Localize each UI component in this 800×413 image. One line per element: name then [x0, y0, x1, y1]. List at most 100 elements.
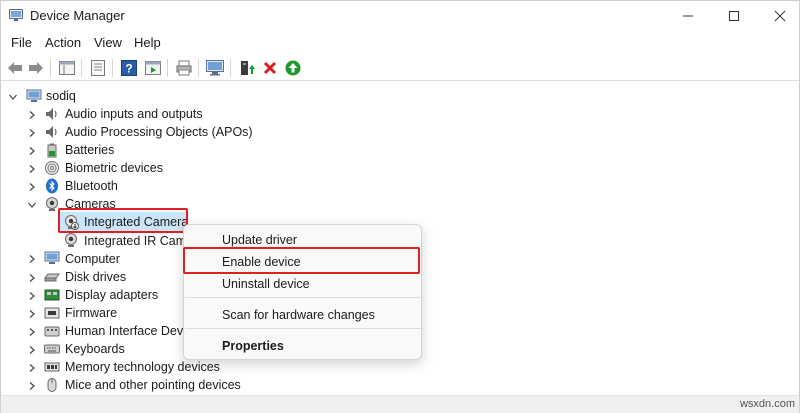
computer-icon — [44, 251, 60, 264]
print-button[interactable] — [174, 58, 194, 78]
chevron-right-icon[interactable] — [27, 110, 37, 120]
tree-item-integrated-ir-camera[interactable]: Integrated IR Came — [84, 234, 193, 248]
minimize-button[interactable] — [665, 1, 711, 31]
context-menu: Update driver Enable device Uninstall de… — [183, 224, 422, 360]
tree-item-disk-drives[interactable]: Disk drives — [65, 270, 126, 284]
chevron-right-icon[interactable] — [27, 309, 37, 319]
close-icon — [774, 10, 786, 22]
tree-item-batteries[interactable]: Batteries — [65, 143, 114, 157]
properties-icon — [91, 60, 105, 76]
watermark-text: wsxdn.com — [739, 398, 795, 410]
uninstall-device-button[interactable] — [260, 58, 280, 78]
keyboard-icon — [44, 344, 60, 354]
tree-item-display-adapters[interactable]: Display adapters — [65, 288, 158, 302]
close-button[interactable] — [757, 1, 800, 31]
display-adapter-icon — [44, 289, 60, 301]
horizontal-scrollbar[interactable] — [1, 395, 799, 413]
toolbar-separator — [81, 59, 82, 77]
maximize-icon — [729, 11, 739, 21]
arrow-left-icon — [8, 62, 22, 74]
arrow-up-circle-icon — [285, 60, 301, 76]
fingerprint-icon — [45, 161, 59, 175]
scan-hardware-button[interactable] — [205, 58, 225, 78]
chevron-right-icon[interactable] — [27, 327, 37, 337]
computer-icon — [26, 89, 42, 102]
tree-item-memory-technology[interactable]: Memory technology devices — [65, 360, 220, 374]
tree-item-mice[interactable]: Mice and other pointing devices — [65, 378, 241, 392]
toolbar: ? — [1, 55, 799, 81]
printer-icon — [176, 60, 192, 76]
tree-item-firmware[interactable]: Firmware — [65, 306, 117, 320]
window-title: Device Manager — [30, 8, 125, 23]
tree-item-biometric[interactable]: Biometric devices — [65, 161, 163, 175]
toolbar-separator — [230, 59, 231, 77]
action-pane-icon — [145, 61, 161, 75]
forward-button[interactable] — [26, 58, 46, 78]
firmware-icon — [44, 307, 60, 319]
chevron-right-icon[interactable] — [27, 254, 37, 264]
context-separator — [185, 297, 421, 298]
update-driver-icon — [241, 61, 255, 75]
chevron-down-icon[interactable] — [27, 200, 37, 210]
help-icon: ? — [121, 60, 137, 76]
speaker-icon — [46, 108, 57, 120]
toolbar-separator — [198, 59, 199, 77]
highlight-box-enable-device — [183, 247, 420, 274]
chevron-right-icon[interactable] — [27, 128, 37, 138]
chevron-right-icon[interactable] — [27, 146, 37, 156]
monitor-scan-icon — [206, 60, 224, 76]
x-icon — [263, 61, 277, 75]
enable-device-button[interactable] — [283, 58, 303, 78]
update-driver-button[interactable] — [237, 58, 257, 78]
webcam-icon — [65, 233, 77, 247]
console-tree-icon — [59, 61, 75, 75]
chevron-right-icon[interactable] — [27, 291, 37, 301]
chevron-right-icon[interactable] — [27, 164, 37, 174]
tree-item-hid[interactable]: Human Interface Devic — [65, 324, 192, 338]
chevron-down-icon[interactable] — [8, 92, 18, 102]
bluetooth-icon — [46, 178, 58, 194]
context-update-driver[interactable]: Update driver — [222, 233, 297, 247]
maximize-button[interactable] — [711, 1, 757, 31]
chevron-right-icon[interactable] — [27, 345, 37, 355]
memory-icon — [44, 362, 60, 372]
arrow-right-icon — [29, 62, 43, 74]
toolbar-separator — [50, 59, 51, 77]
tree-item-audio-inputs[interactable]: Audio inputs and outputs — [65, 107, 203, 121]
chevron-right-icon[interactable] — [27, 363, 37, 373]
tree-item-computer[interactable]: Computer — [65, 252, 120, 266]
menu-file[interactable]: File — [11, 35, 32, 50]
tree-item-bluetooth[interactable]: Bluetooth — [65, 179, 118, 193]
menu-view[interactable]: View — [94, 35, 122, 50]
menu-help[interactable]: Help — [134, 35, 161, 50]
svg-text:?: ? — [125, 62, 132, 76]
chevron-right-icon[interactable] — [27, 381, 37, 391]
menu-bar: File Action View Help — [1, 32, 799, 54]
show-hide-console-tree-button[interactable] — [57, 58, 77, 78]
title-bar[interactable]: Device Manager — [1, 1, 799, 31]
highlight-box-integrated-camera — [58, 208, 188, 233]
toolbar-separator — [112, 59, 113, 77]
hid-icon — [44, 326, 60, 337]
chevron-right-icon[interactable] — [27, 182, 37, 192]
mouse-icon — [47, 378, 57, 392]
toolbar-separator — [167, 59, 168, 77]
back-button[interactable] — [5, 58, 25, 78]
device-manager-icon — [9, 9, 23, 21]
properties-toolbar-button[interactable] — [88, 58, 108, 78]
action-pane-button[interactable] — [143, 58, 163, 78]
context-separator — [185, 328, 421, 329]
tree-root-label[interactable]: sodiq — [46, 89, 76, 103]
battery-icon — [47, 143, 57, 158]
context-properties[interactable]: Properties — [222, 339, 284, 353]
device-manager-window: Device Manager File Action View Help ? s… — [0, 0, 800, 413]
context-scan-hardware[interactable]: Scan for hardware changes — [222, 308, 375, 322]
chevron-right-icon[interactable] — [27, 273, 37, 283]
speaker-icon — [46, 126, 57, 138]
tree-item-apos[interactable]: Audio Processing Objects (APOs) — [65, 125, 253, 139]
help-toolbar-button[interactable]: ? — [119, 58, 139, 78]
menu-action[interactable]: Action — [45, 35, 81, 50]
disk-drive-icon — [44, 273, 60, 282]
context-uninstall-device[interactable]: Uninstall device — [222, 277, 310, 291]
tree-item-keyboards[interactable]: Keyboards — [65, 342, 125, 356]
